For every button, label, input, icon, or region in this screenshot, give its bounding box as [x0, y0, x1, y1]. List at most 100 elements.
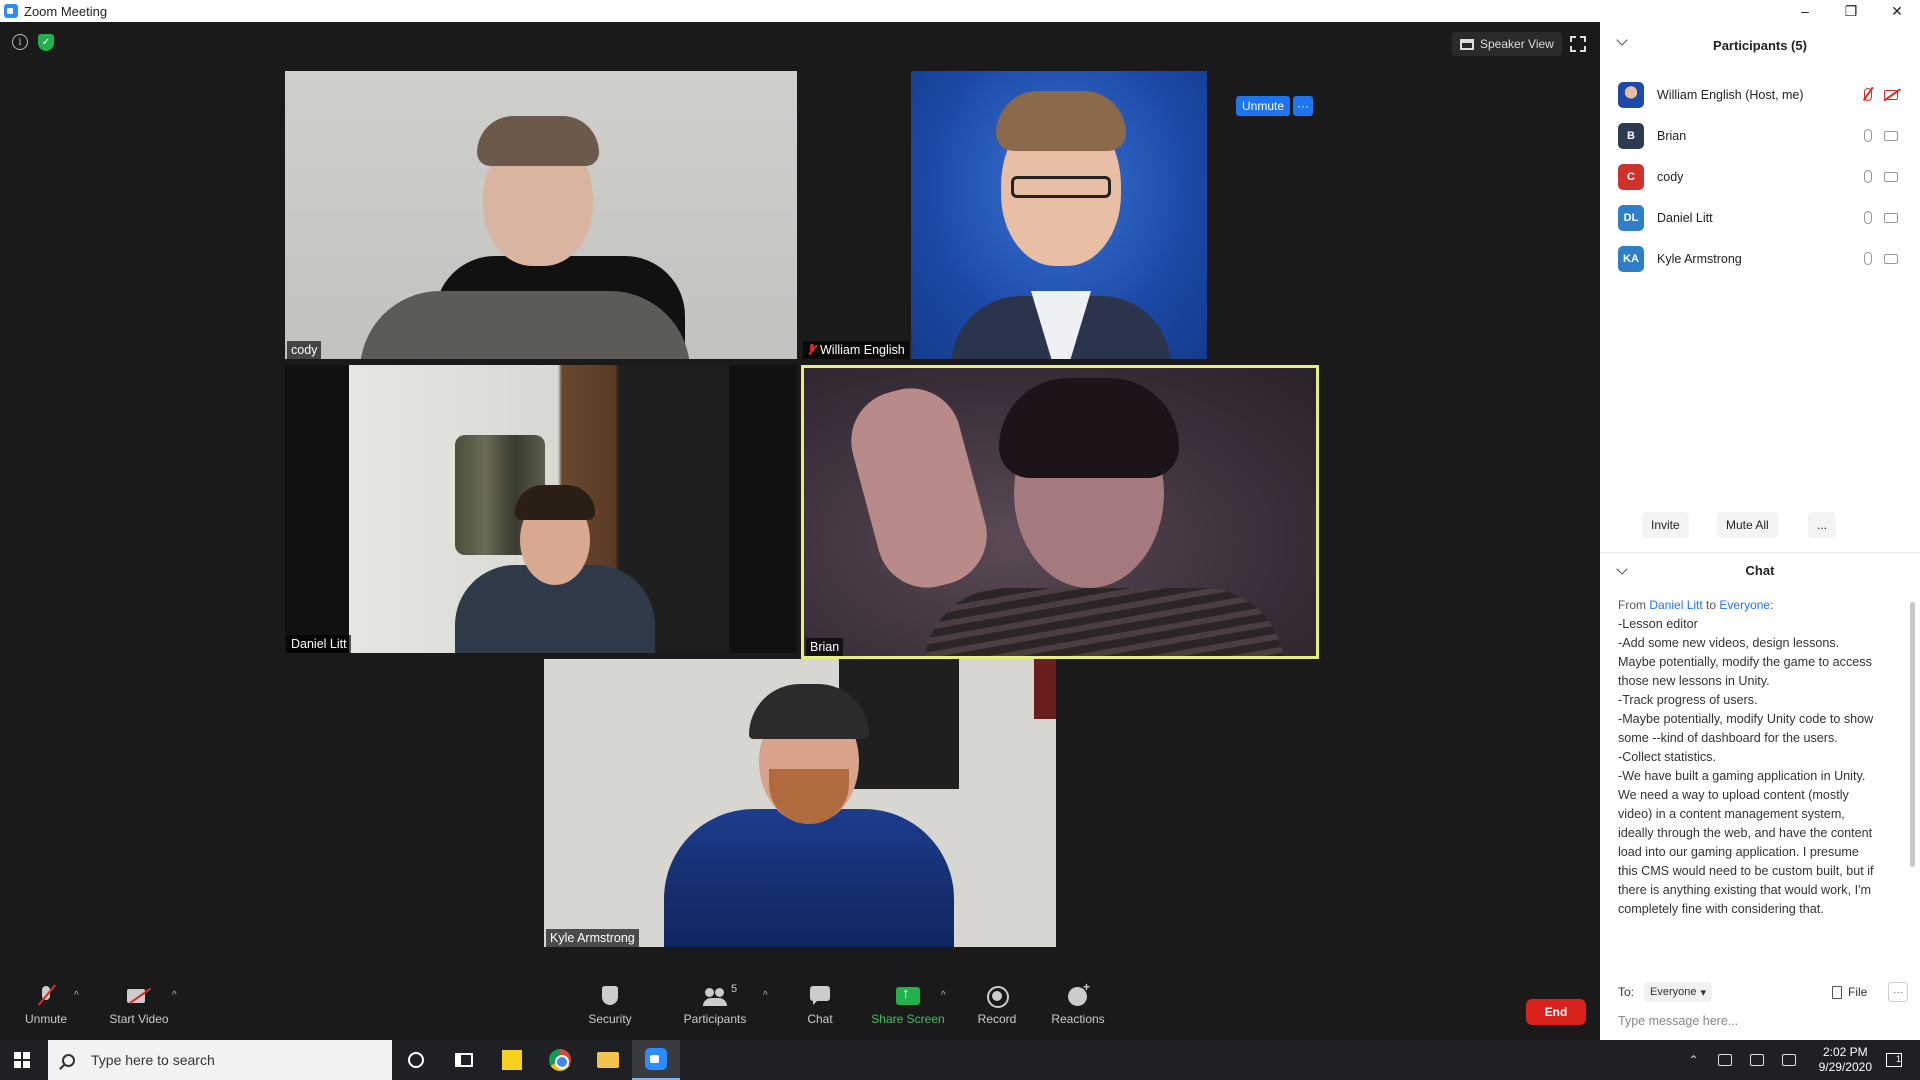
participants-button[interactable]: 5 Participants: [680, 972, 750, 1040]
audio-options-caret-icon[interactable]: ^: [74, 990, 79, 1001]
camera-icon: [1884, 171, 1898, 182]
chat-button[interactable]: Chat: [800, 972, 840, 1040]
side-panel: Participants (5) William English (Host, …: [1600, 22, 1920, 1040]
to-word: to: [1702, 598, 1720, 612]
fullscreen-icon[interactable]: [1570, 36, 1586, 52]
chat-scrollbar[interactable]: [1910, 602, 1915, 867]
mic-icon: [1864, 170, 1872, 183]
participants-options-caret-icon[interactable]: ^: [763, 990, 768, 1001]
raised-arm: [839, 377, 999, 599]
gallery-grid-icon: [1460, 38, 1474, 50]
battery-icon[interactable]: [1749, 1054, 1764, 1066]
tile-more-button[interactable]: ···: [1293, 96, 1313, 116]
zoom-app[interactable]: [632, 1040, 680, 1080]
invite-button[interactable]: Invite: [1642, 512, 1689, 538]
participant-row[interactable]: C cody: [1600, 156, 1920, 197]
participant-avatar: [1618, 81, 1644, 108]
camera-off-icon: [127, 986, 151, 1006]
video-tile-daniel-litt[interactable]: Daniel Litt: [285, 365, 797, 653]
camera-icon: [1884, 212, 1898, 223]
tile-name-text: William English: [820, 343, 905, 357]
unmute-label: Unmute: [24, 1012, 68, 1026]
participant-name: William English (Host, me): [1657, 87, 1804, 102]
share-screen-button[interactable]: Share Screen: [868, 972, 948, 1040]
tile-name-label: Daniel Litt: [287, 635, 351, 653]
participants-more-button[interactable]: ...: [1808, 512, 1837, 538]
start-video-button[interactable]: Start Video: [104, 972, 174, 1040]
taskbar-search-box[interactable]: Type here to search: [48, 1040, 392, 1080]
reactions-button[interactable]: Reactions: [1048, 972, 1108, 1040]
speaker-view-label: Speaker View: [1480, 37, 1554, 51]
share-options-caret-icon[interactable]: ^: [941, 990, 946, 1001]
video-tile-brian-active-speaker[interactable]: Brian: [801, 365, 1319, 659]
person-body: [360, 291, 690, 359]
chat-more-button[interactable]: ···: [1888, 982, 1908, 1002]
meeting-info-icon[interactable]: i: [12, 34, 28, 50]
participant-name: Kyle Armstrong: [1657, 251, 1742, 266]
file-explorer-app[interactable]: [584, 1040, 632, 1080]
participants-label: Participants: [683, 1012, 747, 1026]
tile-name-text: Daniel Litt: [291, 637, 347, 651]
window-title: Zoom Meeting: [24, 3, 108, 19]
mic-muted-icon[interactable]: [1864, 88, 1872, 101]
end-meeting-button[interactable]: End: [1526, 999, 1586, 1025]
video-tile-cody[interactable]: cody: [285, 71, 797, 359]
recipient-name-link[interactable]: Everyone: [1719, 598, 1770, 612]
record-label: Record: [977, 1012, 1017, 1026]
participant-name: Brian: [1657, 128, 1687, 143]
restore-button[interactable]: ❐: [1828, 0, 1874, 22]
meeting-info-icons: i ✓: [12, 34, 54, 51]
zoom-app-icon: [645, 1048, 667, 1070]
chat-message-meta: From Daniel Litt to Everyone:: [1618, 596, 1874, 615]
collapse-chevron-icon[interactable]: [1616, 34, 1628, 46]
person-hair: [477, 116, 599, 166]
speaker-view-button[interactable]: Speaker View: [1452, 32, 1562, 56]
sender-name-link[interactable]: Daniel Litt: [1649, 598, 1702, 612]
participant-name: cody: [1657, 169, 1684, 184]
task-view-button[interactable]: [440, 1040, 488, 1080]
sticky-notes-app[interactable]: [488, 1040, 536, 1080]
notification-center-icon[interactable]: 1: [1886, 1053, 1902, 1067]
minimize-button[interactable]: –: [1782, 0, 1828, 22]
mute-all-button[interactable]: Mute All: [1717, 512, 1778, 538]
participant-row[interactable]: DL Daniel Litt: [1600, 197, 1920, 238]
close-button[interactable]: ✕: [1874, 0, 1920, 22]
show-hidden-icons-chevron-icon[interactable]: ⌃: [1689, 1053, 1699, 1067]
muted-mic-icon: [807, 344, 817, 356]
network-icon[interactable]: [1717, 1054, 1732, 1066]
tile-name-text: Kyle Armstrong: [550, 931, 635, 945]
participant-row[interactable]: B Brian: [1600, 115, 1920, 156]
video-options-caret-icon[interactable]: ^: [172, 990, 177, 1001]
encryption-shield-icon[interactable]: ✓: [38, 34, 54, 51]
record-button[interactable]: Record: [972, 972, 1022, 1040]
chrome-app[interactable]: [536, 1040, 584, 1080]
task-view-icon: [455, 1053, 473, 1067]
search-icon: [62, 1053, 75, 1067]
participants-actions: Invite Mute All ...: [1600, 512, 1920, 542]
chat-message-input[interactable]: [1618, 1010, 1908, 1032]
recipient-select[interactable]: Everyone ▾: [1644, 982, 1713, 1002]
chat-label: Chat: [807, 1012, 833, 1026]
video-tile-kyle-armstrong[interactable]: Kyle Armstrong: [544, 659, 1056, 947]
taskbar-clock[interactable]: 2:02 PM 9/29/2020: [1819, 1045, 1872, 1075]
glasses-shape: [1011, 176, 1111, 198]
file-button[interactable]: File: [1832, 985, 1867, 999]
reactions-label: Reactions: [1051, 1012, 1105, 1026]
collapse-chevron-icon[interactable]: [1616, 563, 1628, 575]
cortana-icon: [408, 1052, 424, 1068]
tile-name-text: Brian: [810, 640, 840, 654]
person-hair: [996, 91, 1126, 151]
mic-icon: [1864, 129, 1872, 142]
security-button[interactable]: Security: [582, 972, 638, 1040]
participant-row[interactable]: William English (Host, me): [1600, 74, 1920, 115]
chat-message-line: -Maybe potentially, modify Unity code to…: [1618, 712, 1874, 745]
windows-start-icon[interactable]: [14, 1052, 30, 1068]
meeting-toolbar: Unmute ^ Start Video ^ Security 5 Partic…: [0, 972, 1600, 1040]
cortana-button[interactable]: [392, 1040, 440, 1080]
tile-unmute-button[interactable]: Unmute: [1236, 96, 1290, 116]
unmute-button[interactable]: Unmute: [18, 972, 74, 1040]
volume-icon[interactable]: [1781, 1054, 1796, 1066]
participant-row[interactable]: KA Kyle Armstrong: [1600, 238, 1920, 279]
tile-name-label: Brian: [806, 638, 844, 656]
participant-avatar: KA: [1618, 245, 1644, 272]
